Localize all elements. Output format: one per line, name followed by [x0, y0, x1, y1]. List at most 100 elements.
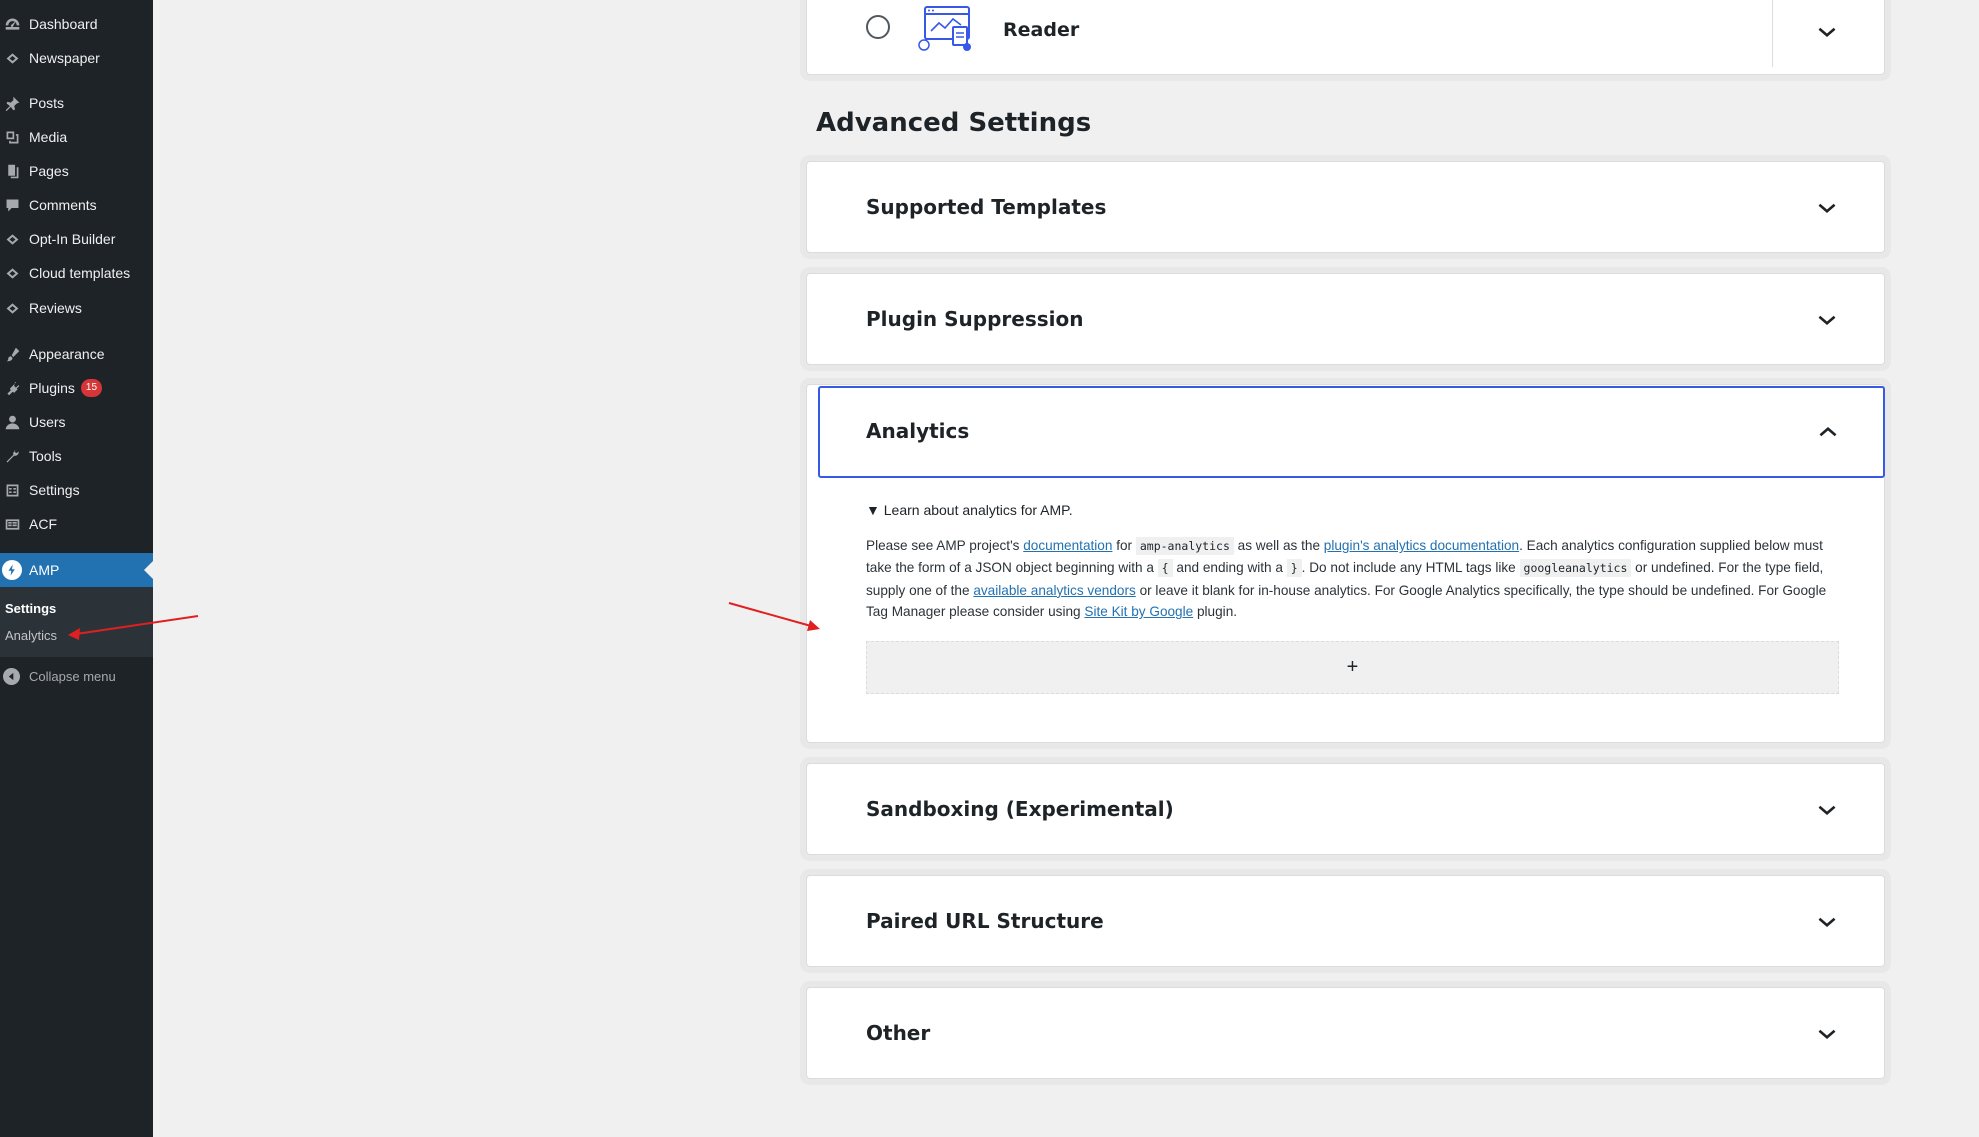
panel-title: Analytics — [866, 419, 970, 443]
sidebar-item-users[interactable]: Users — [0, 405, 153, 439]
panel-title: Paired URL Structure — [866, 909, 1104, 933]
chevron-down-icon[interactable] — [1814, 195, 1840, 221]
panel-paired-url-structure[interactable]: Paired URL Structure — [806, 875, 1885, 967]
annotation-arrow-to-submenu — [68, 615, 199, 640]
comment-icon — [2, 195, 22, 215]
active-menu-notch — [144, 561, 153, 579]
wrench-icon — [2, 446, 22, 466]
users-icon — [2, 412, 22, 432]
sidebar-item-label: Newspaper — [29, 50, 100, 66]
help-text-part: for — [1112, 538, 1136, 553]
acf-icon — [2, 514, 22, 534]
sidebar-item-cloud-templates[interactable]: Cloud templates — [0, 256, 153, 290]
amp-icon — [2, 560, 22, 580]
learn-about-analytics-toggle[interactable]: ▼ Learn about analytics for AMP. — [866, 502, 1073, 518]
sidebar-item-label: Reviews — [29, 300, 82, 316]
panel-sandboxing[interactable]: Sandboxing (Experimental) — [806, 763, 1885, 855]
admin-sidebar: Dashboard Newspaper Posts Media Pages Co… — [0, 0, 153, 1137]
panel-plugin-suppression[interactable]: Plugin Suppression — [806, 273, 1885, 365]
help-text-part: plugin. — [1193, 604, 1238, 620]
advanced-settings-heading: Advanced Settings — [816, 108, 1092, 138]
chevron-down-icon[interactable] — [1814, 307, 1840, 333]
sidebar-item-pages[interactable]: Pages — [0, 154, 153, 188]
panel-other[interactable]: Other — [806, 987, 1885, 1079]
sidebar-item-label: Tools — [29, 448, 62, 464]
media-icon — [2, 127, 22, 147]
sidebar-item-newspaper[interactable]: Newspaper — [0, 41, 153, 75]
open-brace-code: { — [1157, 559, 1173, 578]
googleanalytics-code: googleanalytics — [1519, 559, 1632, 578]
sidebar-item-appearance[interactable]: Appearance — [0, 337, 153, 371]
sidebar-item-amp[interactable]: AMP — [0, 553, 153, 587]
opt-in-icon — [2, 229, 22, 249]
pages-icon — [2, 161, 22, 181]
sidebar-item-label: Plugins — [29, 380, 75, 396]
sidebar-item-label: Appearance — [29, 346, 105, 362]
analytics-help-text: Please see AMP project's documentation f… — [866, 535, 1844, 623]
chevron-up-icon[interactable] — [1815, 419, 1841, 445]
triangle-down-icon: ▼ — [866, 502, 880, 518]
reader-radio-button[interactable] — [866, 15, 890, 39]
plugin-update-count-badge: 15 — [80, 379, 103, 397]
panel-title: Supported Templates — [866, 195, 1107, 219]
sidebar-item-label: Dashboard — [29, 16, 98, 32]
details-summary-text: Learn about analytics for AMP. — [883, 502, 1073, 518]
reader-mode-icon — [917, 5, 973, 53]
analytics-vendors-link[interactable]: available analytics vendors — [973, 583, 1135, 598]
sidebar-item-label: Comments — [29, 197, 97, 213]
sidebar-item-label: AMP — [29, 562, 60, 578]
sidebar-item-label: Posts — [29, 95, 65, 111]
sidebar-item-label: ACF — [29, 516, 57, 532]
sidebar-item-dashboard[interactable]: Dashboard — [0, 7, 153, 41]
panel-title: Plugin Suppression — [866, 307, 1084, 331]
close-brace-code: } — [1286, 559, 1302, 578]
panel-title: Other — [866, 1021, 931, 1045]
sidebar-item-label: Media — [29, 129, 68, 145]
brush-icon — [2, 344, 22, 364]
collapse-menu-button[interactable]: Collapse menu — [0, 659, 153, 693]
collapse-menu-label: Collapse menu — [29, 668, 116, 684]
reader-mode-card: Reader — [806, 0, 1885, 75]
sidebar-item-label: Users — [29, 414, 66, 430]
help-text-part: . Do not include any HTML tags like — [1301, 560, 1520, 576]
pin-icon — [2, 93, 22, 113]
site-kit-link[interactable]: Site Kit by Google — [1084, 604, 1193, 619]
sidebar-item-media[interactable]: Media — [0, 120, 153, 154]
help-text-part: and ending with a — [1172, 560, 1287, 576]
settings-icon — [2, 480, 22, 500]
sidebar-item-opt-in-builder[interactable]: Opt-In Builder — [0, 222, 153, 256]
panel-analytics: Analytics ▼ Learn about analytics for AM… — [806, 384, 1885, 743]
plus-icon: + — [1346, 656, 1359, 678]
panel-title: Sandboxing (Experimental) — [866, 797, 1174, 821]
submenu-item-analytics[interactable]: Analytics — [5, 628, 57, 643]
help-text-part: Please see AMP project's — [866, 538, 1024, 553]
sidebar-item-comments[interactable]: Comments — [0, 188, 153, 222]
dashboard-icon — [2, 14, 22, 34]
chevron-down-icon[interactable] — [1814, 797, 1840, 823]
documentation-link[interactable]: documentation — [1023, 538, 1112, 553]
newspaper-icon — [2, 48, 22, 68]
add-analytics-entry-button[interactable]: + — [866, 641, 1839, 694]
sidebar-item-plugins[interactable]: Plugins 15 — [0, 371, 153, 405]
analytics-panel-header[interactable]: Analytics — [818, 386, 1885, 478]
plugin-analytics-documentation-link[interactable]: plugin's analytics documentation — [1324, 538, 1519, 553]
card-divider — [1772, 0, 1773, 67]
chevron-down-icon[interactable] — [1814, 909, 1840, 935]
panel-supported-templates[interactable]: Supported Templates — [806, 161, 1885, 253]
reader-mode-label: Reader — [1003, 19, 1080, 41]
sidebar-item-label: Opt-In Builder — [29, 231, 116, 247]
amp-analytics-code: amp-analytics — [1135, 537, 1234, 555]
sidebar-item-acf[interactable]: ACF — [0, 507, 153, 541]
chevron-down-icon[interactable] — [1814, 1021, 1840, 1047]
sidebar-item-reviews[interactable]: Reviews — [0, 291, 153, 325]
annotation-arrow-to-analytics — [728, 602, 820, 631]
sidebar-item-tools[interactable]: Tools — [0, 439, 153, 473]
sidebar-item-posts[interactable]: Posts — [0, 86, 153, 120]
sidebar-item-label: Settings — [29, 482, 80, 498]
plugin-icon — [2, 378, 22, 398]
reviews-icon — [2, 298, 22, 318]
submenu-item-settings[interactable]: Settings — [5, 601, 56, 616]
chevron-down-icon[interactable] — [1814, 19, 1840, 45]
sidebar-item-settings[interactable]: Settings — [0, 473, 153, 507]
cloud-templates-icon — [2, 263, 22, 283]
